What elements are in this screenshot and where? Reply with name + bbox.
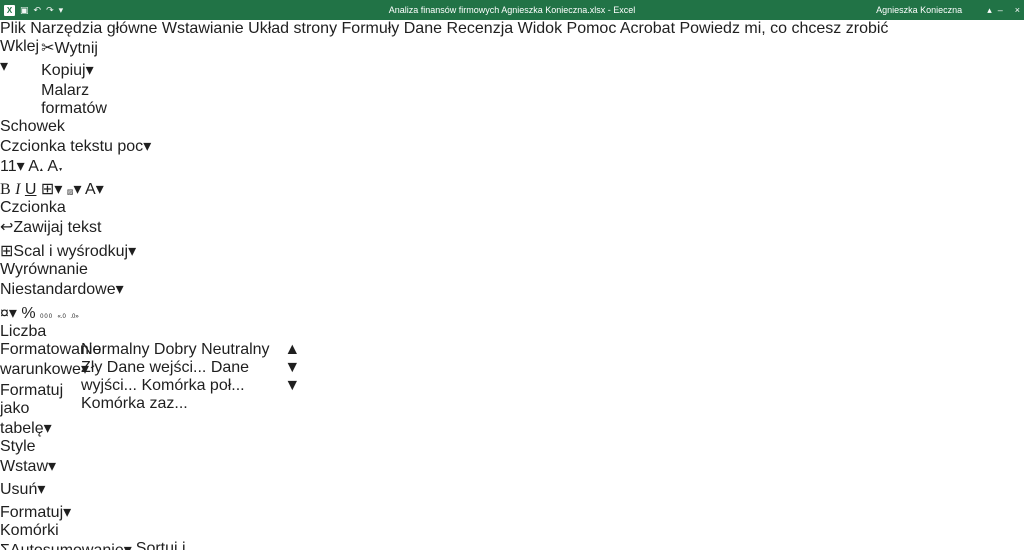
increase-font-icon[interactable]: A▲ — [28, 158, 44, 175]
tab-acrobat[interactable]: Acrobat — [620, 20, 675, 37]
qat-dropdown-icon[interactable]: ▾ — [59, 5, 64, 16]
number-format-select[interactable]: Niestandardowe▾ — [0, 281, 124, 298]
group-number: Niestandardowe▾ ¤▾ % 000 «.0 .0» Liczba — [0, 279, 100, 341]
decrease-font-icon[interactable]: A▼ — [47, 158, 63, 175]
increase-decimal-icon[interactable]: «.0 — [58, 314, 66, 320]
bold-button[interactable]: B — [0, 181, 11, 198]
excel-app-icon[interactable]: X — [4, 5, 15, 16]
gallery-up-icon[interactable]: ▲ — [284, 341, 300, 358]
tab-file[interactable]: Plik — [0, 20, 26, 37]
group-alignment: ↩Zawijaj tekst ⊞Scal i wyśrodkuj▾ Wyrówn… — [0, 217, 148, 279]
group-font: Czcionka tekstu poc▾ 11▾ A▲ A▼ B I U ⊞▾ … — [0, 136, 168, 217]
save-icon[interactable]: ▣ — [20, 5, 29, 16]
scissors-icon: ✂ — [41, 40, 54, 57]
ribbon: Wklej ▾ ✂Wytnij Kopiuj▾ Malarz formatów … — [0, 38, 1024, 550]
font-color-button[interactable]: A▾ — [85, 181, 104, 198]
wrap-text-icon: ↩ — [0, 219, 13, 236]
format-cells-button[interactable]: Formatuj▾ — [0, 502, 74, 522]
format-as-table-button[interactable]: Formatuj jako tabelę▾ — [0, 382, 78, 438]
group-cells: Wstaw▾ Usuń▾ Formatuj▾ Komórki — [0, 456, 74, 540]
group-clipboard: Wklej ▾ ✂Wytnij Kopiuj▾ Malarz formatów … — [0, 38, 88, 136]
copy-button[interactable]: Kopiuj▾ — [41, 60, 107, 80]
currency-format-icon[interactable]: ¤▾ — [0, 305, 17, 322]
style-bad[interactable]: Zły — [81, 359, 102, 376]
tab-view[interactable]: Widok — [518, 20, 562, 37]
italic-button[interactable]: I — [15, 181, 20, 198]
redo-icon[interactable]: ↷ — [46, 5, 54, 16]
sigma-icon: Σ — [0, 542, 10, 550]
window-title: Analiza finansów firmowych Agnieszka Kon… — [0, 5, 1024, 15]
percent-style-icon[interactable]: % — [21, 305, 35, 322]
undo-icon[interactable]: ↶ — [34, 5, 42, 16]
style-normal[interactable]: Normalny — [81, 341, 149, 358]
gallery-more-icon[interactable]: ▼ — [284, 377, 300, 394]
quick-access-toolbar: X ▣ ↶ ↷ ▾ — [4, 5, 63, 16]
tab-data[interactable]: Dane — [404, 20, 442, 37]
insert-cells-button[interactable]: Wstaw▾ — [0, 456, 74, 476]
font-size-select[interactable]: 11▾ — [0, 158, 25, 175]
cell-styles-gallery: Normalny Dobry Neutralny Zły Dane wejści… — [81, 341, 281, 438]
tab-insert[interactable]: Wstawianie — [162, 20, 244, 37]
cut-button[interactable]: ✂Wytnij — [41, 38, 107, 58]
borders-button[interactable]: ⊞▾ — [41, 181, 62, 198]
underline-button[interactable]: U — [25, 181, 37, 198]
paste-button[interactable]: Wklej ▾ — [0, 38, 39, 118]
minimize-button[interactable]: – — [998, 5, 1003, 15]
style-neutral[interactable]: Neutralny — [201, 341, 269, 358]
gallery-down-icon[interactable]: ▼ — [284, 359, 300, 376]
merge-center-icon: ⊞ — [0, 243, 13, 260]
group-styles: Formatowanie warunkowe▾ Formatuj jako ta… — [0, 341, 302, 456]
sort-filter-button[interactable]: Sortuj i filtruj▾ — [136, 540, 203, 550]
borders-icon: ⊞ — [41, 181, 54, 198]
wrap-text-button[interactable]: ↩Zawijaj tekst — [0, 219, 101, 236]
style-linked-cell[interactable]: Komórka poł... — [141, 377, 244, 394]
style-check-cell[interactable]: Komórka zaz... — [81, 395, 188, 412]
decrease-decimal-icon[interactable]: .0» — [70, 314, 78, 320]
tab-help[interactable]: Pomoc — [567, 20, 617, 37]
autosum-button[interactable]: ΣAutosumowanie▾ — [0, 540, 132, 550]
comma-style-icon[interactable]: 000 — [40, 314, 53, 320]
ribbon-display-options-icon[interactable]: ▴ — [987, 5, 992, 16]
delete-cells-button[interactable]: Usuń▾ — [0, 479, 74, 499]
conditional-formatting-button[interactable]: Formatowanie warunkowe▾ — [0, 341, 78, 379]
user-name[interactable]: Agnieszka Konieczna — [876, 5, 962, 15]
style-input[interactable]: Dane wejści... — [107, 359, 207, 376]
tab-formulas[interactable]: Formuły — [342, 20, 400, 37]
tab-page-layout[interactable]: Układ strony — [248, 20, 337, 37]
font-name-select[interactable]: Czcionka tekstu poc▾ — [0, 138, 151, 155]
title-bar: X ▣ ↶ ↷ ▾ Analiza finansów firmowych Agn… — [0, 0, 1024, 20]
format-painter-button[interactable]: Malarz formatów — [41, 82, 107, 118]
tab-review[interactable]: Recenzja — [446, 20, 513, 37]
tell-me-box[interactable]: Powiedz mi, co chcesz zrobić — [679, 20, 888, 37]
fill-color-button[interactable]: ▨▾ — [67, 181, 82, 198]
user-avatar[interactable] — [968, 4, 981, 17]
group-editing: ΣAutosumowanie▾ ↓Wypełnij▾ Wyczyść▾ Sort… — [0, 540, 160, 550]
ribbon-tab-row: Plik Narzędzia główne Wstawianie Układ s… — [0, 20, 1024, 38]
merge-center-button[interactable]: ⊞Scal i wyśrodkuj▾ — [0, 243, 136, 260]
style-good[interactable]: Dobry — [154, 341, 197, 358]
tab-home[interactable]: Narzędzia główne — [30, 20, 157, 37]
close-button[interactable]: × — [1015, 5, 1020, 15]
font-color-icon: A — [85, 181, 96, 198]
